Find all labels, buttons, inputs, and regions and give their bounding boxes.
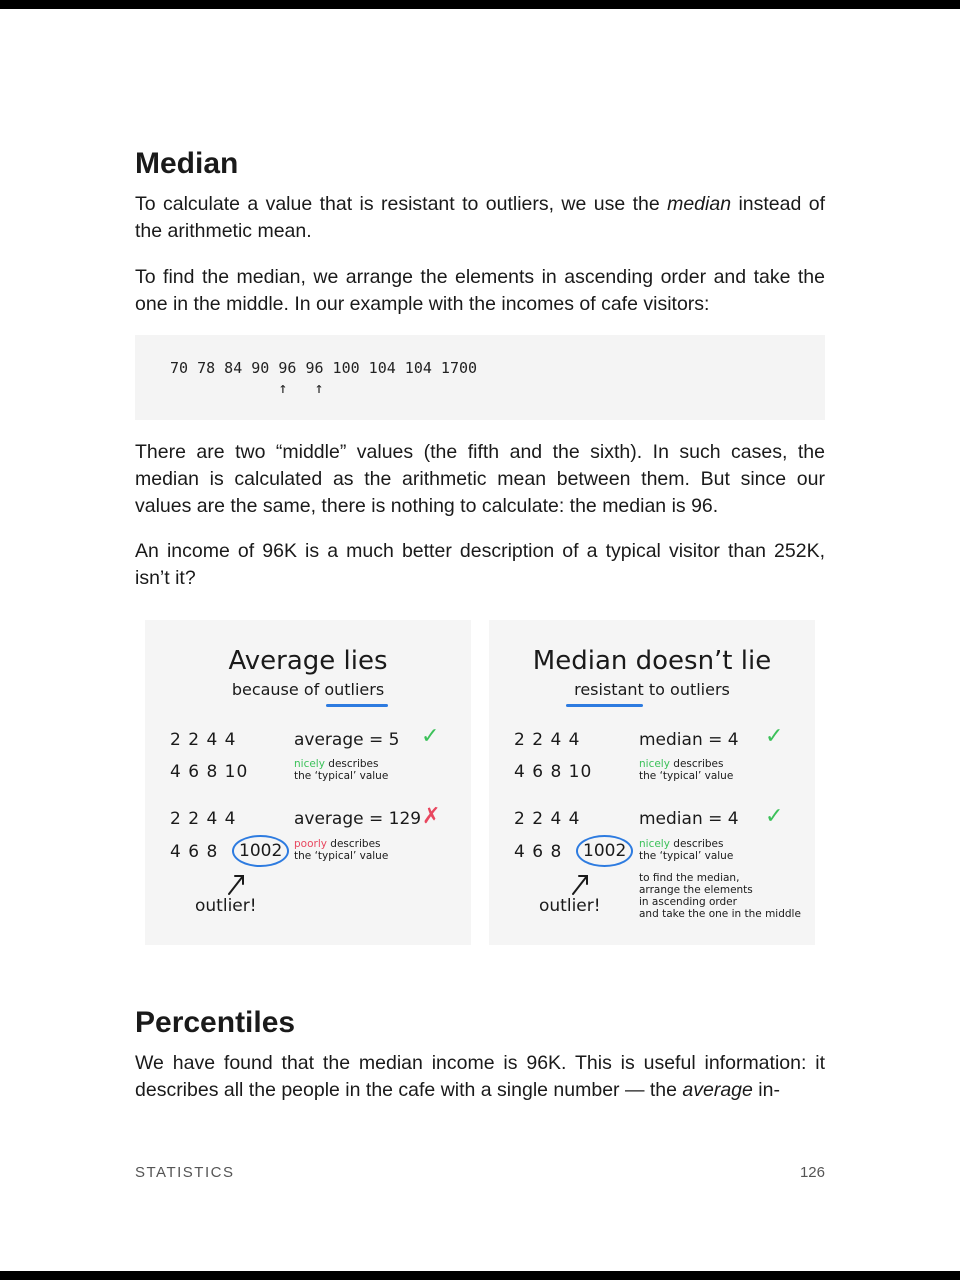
dataset-2-row-1: 2 2 4 4 xyxy=(170,809,237,829)
median-result-1: median = 4 xyxy=(639,730,739,750)
outlier-label: outlier! xyxy=(539,896,601,916)
check-icon: ✓ xyxy=(765,804,784,829)
cross-icon: ✗ xyxy=(422,804,441,829)
outlier-value: 1002 xyxy=(232,835,290,867)
figure-title: Average lies xyxy=(228,646,388,676)
dataset-2-row-2: 4 6 8 xyxy=(514,842,563,862)
figure-average-lies: Average lies because of outliers 2 2 4 4… xyxy=(145,620,471,945)
code-block: 70 78 84 90 96 96 100 104 104 1700 ↑ ↑ xyxy=(135,335,825,420)
average-result-1: average = 5 xyxy=(294,730,400,750)
paragraph-income: An income of 96K is a much better descri… xyxy=(135,540,825,589)
average-result-2: average = 129 xyxy=(294,809,422,829)
note-nicely: nicely describes the ‘typical’ value xyxy=(294,758,389,782)
note-nicely: nicely describes the ‘typical’ value xyxy=(639,838,734,862)
heading-median: Median xyxy=(135,147,239,180)
top-edge-bar xyxy=(0,0,960,9)
paragraph-two-middles: There are two “middle” values (the fifth… xyxy=(135,441,825,517)
check-icon: ✓ xyxy=(765,724,784,749)
code-line-arrows: ↑ ↑ xyxy=(170,379,324,397)
figure-title: Median doesn’t lie xyxy=(532,646,772,676)
note-nicely: nicely describes the ‘typical’ value xyxy=(639,758,734,782)
check-icon: ✓ xyxy=(421,724,440,749)
paragraph-find-median: To find the median, we arrange the eleme… xyxy=(135,266,825,315)
dataset-2-row-1: 2 2 4 4 xyxy=(514,809,581,829)
arrow-icon xyxy=(572,875,588,895)
dataset-2-row-2: 4 6 8 xyxy=(170,842,219,862)
figure-median-doesnt-lie: Median doesn’t lie resistant to outliers… xyxy=(489,620,815,945)
note-poorly: poorly describes the ‘typical’ value xyxy=(294,838,389,862)
median-result-2: median = 4 xyxy=(639,809,739,829)
code-line-values: 70 78 84 90 96 96 100 104 104 1700 xyxy=(170,359,478,377)
subtitle-underline xyxy=(566,704,643,707)
footer-section: STATISTICS xyxy=(135,1164,235,1181)
figure-subtitle: because of outliers xyxy=(231,680,385,699)
page-number: 126 xyxy=(799,1164,825,1181)
dataset-1-row-1: 2 2 4 4 xyxy=(514,730,581,750)
subtitle-underline xyxy=(326,704,388,707)
arrow-icon xyxy=(228,875,244,895)
bottom-edge-bar xyxy=(0,1271,960,1280)
paragraph-percentiles: We have found that the median income is … xyxy=(135,1052,825,1101)
figure-subtitle: resistant to outliers xyxy=(574,680,730,699)
outlier-value: 1002 xyxy=(576,835,634,867)
outlier-label: outlier! xyxy=(195,896,257,916)
dataset-1-row-2: 4 6 8 10 xyxy=(170,762,249,782)
median-explanation: to find the median, arrange the elements… xyxy=(639,872,801,920)
dataset-1-row-2: 4 6 8 10 xyxy=(514,762,593,782)
dataset-1-row-1: 2 2 4 4 xyxy=(170,730,237,750)
paragraph-intro: To calculate a value that is resistant t… xyxy=(135,193,825,242)
heading-percentiles: Percentiles xyxy=(135,1006,296,1039)
